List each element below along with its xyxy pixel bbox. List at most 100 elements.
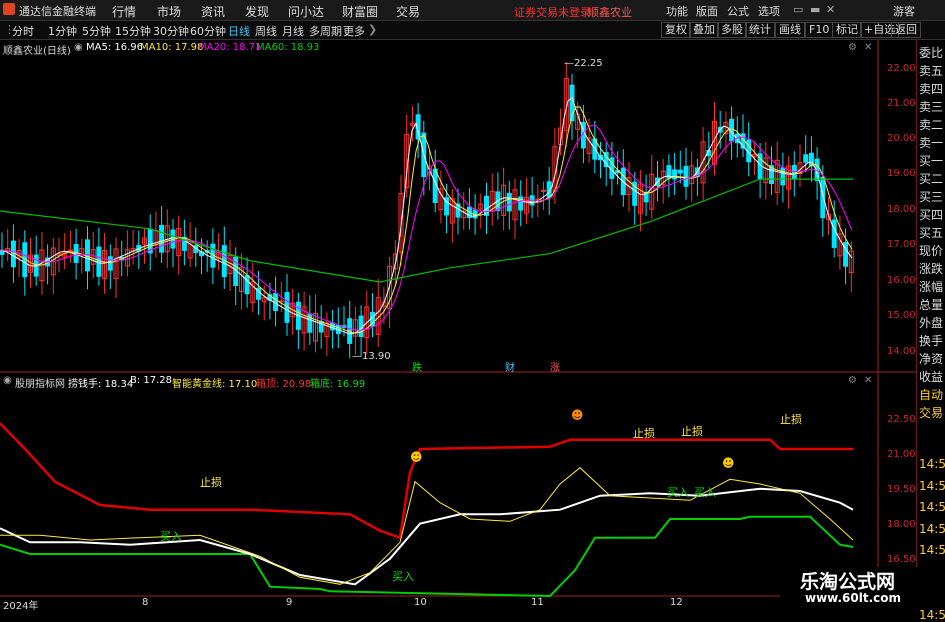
candle-body bbox=[831, 219, 837, 248]
period-1min[interactable]: 1分钟 bbox=[48, 23, 77, 39]
indicator-tick: 22.50 bbox=[887, 414, 916, 425]
side-panel-label[interactable]: 涨跌 bbox=[919, 260, 943, 277]
menu-item-market[interactable]: 市场 bbox=[157, 3, 181, 20]
menu-item-discover[interactable]: 发现 bbox=[245, 3, 269, 20]
ma60-line bbox=[0, 178, 853, 283]
period-multi[interactable]: 多周期 bbox=[309, 23, 342, 39]
btn-adjust[interactable]: 复权 bbox=[661, 22, 691, 38]
period-60min[interactable]: 60分钟 bbox=[190, 23, 226, 39]
price-tick: 18.00 bbox=[887, 204, 916, 215]
btn-mark[interactable]: 标记 bbox=[832, 22, 862, 38]
high-price-label: —22.25 bbox=[564, 58, 603, 69]
candle-body bbox=[820, 176, 826, 219]
menu-item-trade[interactable]: 交易 bbox=[396, 3, 420, 20]
side-panel-label[interactable]: 14:56 bbox=[919, 457, 945, 471]
candle-body bbox=[803, 154, 809, 163]
side-panel-label[interactable]: 14:56 bbox=[919, 500, 945, 514]
event-marker-drop[interactable]: 跌 bbox=[412, 359, 422, 374]
smile-face-icon: ☻ bbox=[722, 456, 735, 470]
candle-body bbox=[67, 249, 73, 252]
side-panel-label[interactable]: 卖一 bbox=[919, 134, 943, 151]
more-chevron-icon[interactable]: ❯ bbox=[368, 23, 377, 36]
side-panel-label[interactable]: 卖二 bbox=[919, 116, 943, 133]
side-panel-label[interactable]: 14:56 bbox=[919, 543, 945, 557]
menu-item-ask[interactable]: 问小达 bbox=[288, 3, 324, 20]
btn-back[interactable]: 返回 bbox=[891, 22, 921, 38]
menu-bar: 通达信金融终端 行情 市场 资讯 发现 问小达 财富圈 交易 证券交易未登录 顺… bbox=[0, 0, 945, 21]
side-panel-label[interactable]: 买四 bbox=[919, 206, 943, 223]
x-tick: 8 bbox=[142, 597, 149, 608]
menu-function[interactable]: 功能 bbox=[666, 3, 688, 19]
price-tick: 15.00 bbox=[887, 310, 916, 321]
period-more[interactable]: 更多 bbox=[343, 23, 365, 39]
event-marker-finance[interactable]: 财 bbox=[505, 359, 515, 374]
menu-options[interactable]: 选项 bbox=[758, 3, 780, 19]
low-price-label: —13.90 bbox=[352, 351, 391, 362]
side-panel-label[interactable]: 卖五 bbox=[919, 62, 943, 79]
restore-icon[interactable]: ▬ bbox=[810, 3, 820, 16]
buy-note: 买入 bbox=[160, 530, 182, 543]
period-weekly[interactable]: 周线 bbox=[255, 23, 277, 39]
period-15min[interactable]: 15分钟 bbox=[115, 23, 151, 39]
side-panel-label[interactable]: 14:56 bbox=[919, 479, 945, 493]
side-panel-label[interactable]: 交易 bbox=[919, 404, 943, 421]
side-panel-label[interactable]: 14:56 bbox=[919, 608, 945, 622]
btn-multi-stock[interactable]: 多股 bbox=[717, 22, 747, 38]
price-tick: 17.00 bbox=[887, 239, 916, 250]
indicator-line5: 箱底: 16.99 bbox=[310, 379, 366, 390]
side-panel-label[interactable]: 14:56 bbox=[919, 522, 945, 536]
period-5min[interactable]: 5分钟 bbox=[82, 23, 111, 39]
candlestick-series bbox=[0, 61, 854, 359]
side-panel-label[interactable]: 委比 bbox=[919, 44, 943, 61]
side-panel-label[interactable]: 换手 bbox=[919, 332, 943, 349]
candle-body bbox=[541, 189, 546, 192]
candle-body bbox=[672, 169, 678, 180]
minimize-icon[interactable]: ▭ bbox=[793, 3, 803, 16]
btn-overlay[interactable]: 叠加 bbox=[689, 22, 719, 38]
watermark: 乐淘公式网 www.60lt.com bbox=[780, 567, 945, 609]
buy-note: 买入 bbox=[392, 570, 414, 583]
side-panel-label[interactable]: 买三 bbox=[919, 188, 943, 205]
period-tick[interactable]: 分时 bbox=[12, 23, 34, 39]
side-panel-label[interactable]: 收益 bbox=[919, 368, 943, 385]
indicator-settings-icon[interactable]: ⚙ bbox=[848, 375, 857, 386]
side-panel-label[interactable]: 自动 bbox=[919, 386, 943, 403]
menu-layout[interactable]: 版面 bbox=[696, 3, 718, 19]
period-30min[interactable]: 30分钟 bbox=[153, 23, 189, 39]
side-panel-label[interactable]: 卖四 bbox=[919, 80, 943, 97]
candle-body bbox=[244, 275, 250, 295]
side-panel-label[interactable]: 现价 bbox=[919, 242, 943, 259]
side-panel-label[interactable]: 净资 bbox=[919, 350, 943, 367]
period-daily[interactable]: 日线 bbox=[228, 23, 250, 39]
quote-side-panel: 委比 卖五 卖四 卖三 卖二 卖一 买一 买二 买三 买四 买五 现价 涨跌 涨幅 总量 外盘 换手 净资 收益 自动… bbox=[916, 40, 945, 622]
close-icon[interactable]: ✕ bbox=[826, 3, 835, 16]
btn-f10[interactable]: F10 bbox=[805, 22, 834, 38]
x-tick: 9 bbox=[286, 597, 293, 608]
menu-item-quotes[interactable]: 行情 bbox=[112, 3, 136, 20]
guest-user[interactable]: 游客 bbox=[893, 3, 915, 19]
indicator-close-icon[interactable]: ✕ bbox=[864, 375, 872, 386]
menu-formula[interactable]: 公式 bbox=[727, 3, 749, 19]
btn-draw[interactable]: 画线 bbox=[775, 22, 805, 38]
side-panel-label[interactable]: 涨幅 bbox=[919, 278, 943, 295]
side-panel-label[interactable]: 外盘 bbox=[919, 314, 943, 331]
side-panel-label[interactable]: 买五 bbox=[919, 224, 943, 241]
indicator-line2: B: 17.28 bbox=[130, 375, 173, 386]
period-monthly[interactable]: 月线 bbox=[282, 23, 304, 39]
side-panel-label[interactable]: 买二 bbox=[919, 170, 943, 187]
price-tick: 21.00 bbox=[887, 98, 916, 109]
side-panel-label[interactable]: 买一 bbox=[919, 152, 943, 169]
kline-chart[interactable] bbox=[0, 40, 916, 609]
event-marker-rise[interactable]: 涨 bbox=[550, 359, 560, 374]
menu-item-wealth[interactable]: 财富圈 bbox=[342, 3, 378, 20]
side-panel-label[interactable]: 卖三 bbox=[919, 98, 943, 115]
moving-average-lines bbox=[0, 97, 853, 335]
candle-body bbox=[85, 239, 90, 272]
menu-item-news[interactable]: 资讯 bbox=[201, 3, 225, 20]
indicator-toggle-icon[interactable]: ◉ bbox=[3, 375, 12, 386]
btn-stats[interactable]: 统计 bbox=[745, 22, 775, 38]
indicator-name: 股朋指标网 bbox=[15, 379, 65, 390]
side-panel-label[interactable]: 总量 bbox=[919, 296, 943, 313]
login-notice[interactable]: 证券交易未登录 bbox=[514, 4, 591, 20]
x-tick: 11 bbox=[531, 597, 544, 608]
